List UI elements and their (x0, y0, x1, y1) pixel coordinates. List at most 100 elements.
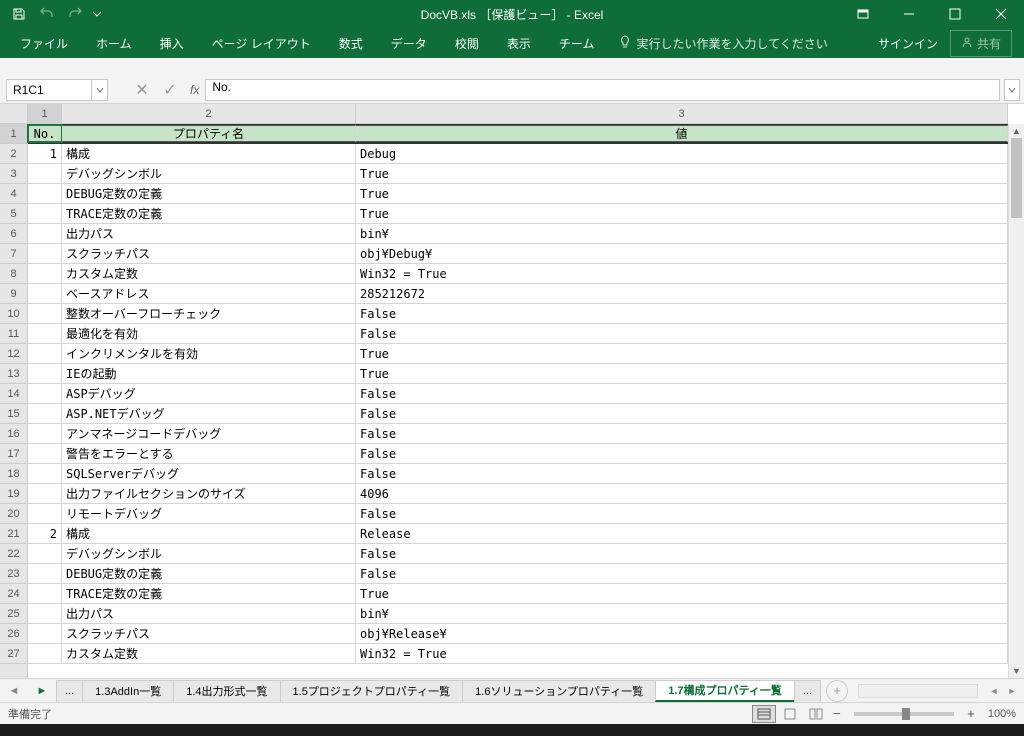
row-header[interactable]: 17 (0, 444, 27, 464)
cell-no[interactable] (28, 364, 62, 383)
cell-val[interactable]: False (356, 424, 1008, 443)
cell-prop[interactable]: ASPデバッグ (62, 384, 356, 403)
cell-val[interactable]: Win32 = True (356, 264, 1008, 283)
zoom-level[interactable]: 100% (988, 708, 1016, 720)
cell-no[interactable] (28, 304, 62, 323)
view-normal-button[interactable] (752, 705, 776, 723)
cell-no[interactable] (28, 544, 62, 563)
row-header[interactable]: 25 (0, 604, 27, 624)
cell-val[interactable]: True (356, 184, 1008, 203)
cell-no[interactable] (28, 204, 62, 223)
sheet-tab[interactable]: 1.6ソリューションプロパティ一覧 (462, 680, 656, 702)
sheet-tab-more-right[interactable]: ... (794, 680, 821, 702)
ribbon-tab-formulas[interactable]: 数式 (325, 28, 377, 58)
cell-prop[interactable]: 警告をエラーとする (62, 444, 356, 463)
cell-val[interactable]: 4096 (356, 484, 1008, 503)
cell-val[interactable]: True (356, 344, 1008, 363)
row-header[interactable]: 24 (0, 584, 27, 604)
cell-prop[interactable]: スクラッチパス (62, 244, 356, 263)
col-header-1[interactable]: 1 (28, 104, 62, 123)
row-header[interactable]: 27 (0, 644, 27, 664)
ribbon-display-button[interactable] (840, 0, 886, 28)
row-header[interactable]: 22 (0, 544, 27, 564)
cell-val[interactable]: False (356, 544, 1008, 563)
cell-prop[interactable]: インクリメンタルを有効 (62, 344, 356, 363)
sheet-tab[interactable]: 1.3AddIn一覧 (82, 680, 174, 702)
redo-button[interactable] (62, 2, 88, 26)
row-header[interactable]: 8 (0, 264, 27, 284)
ribbon-tab-pagelayout[interactable]: ページ レイアウト (198, 28, 325, 58)
maximize-button[interactable] (932, 0, 978, 28)
signin-link[interactable]: サインイン (866, 35, 950, 52)
cell-val[interactable]: True (356, 204, 1008, 223)
fx-icon[interactable]: fx (184, 83, 205, 97)
cell-no[interactable] (28, 444, 62, 463)
cell-val[interactable]: False (356, 324, 1008, 343)
cell-val[interactable]: bin¥ (356, 604, 1008, 623)
cell-val[interactable]: True (356, 584, 1008, 603)
ribbon-tab-view[interactable]: 表示 (493, 28, 545, 58)
cell-no[interactable] (28, 484, 62, 503)
qat-customize-button[interactable] (90, 2, 104, 26)
cell-val[interactable]: 285212672 (356, 284, 1008, 303)
cell-no[interactable]: 2 (28, 524, 62, 543)
ribbon-tab-data[interactable]: データ (377, 28, 441, 58)
cell-no[interactable] (28, 604, 62, 623)
cell-no[interactable] (28, 224, 62, 243)
cell-no[interactable]: 1 (28, 144, 62, 163)
formula-input[interactable]: No. (205, 79, 1000, 101)
cell-no[interactable] (28, 464, 62, 483)
new-sheet-button[interactable]: + (826, 680, 848, 702)
cells-area[interactable]: No. プロパティ名 値 1構成DebugデバッグシンボルTrueDEBUG定数… (28, 124, 1008, 678)
header-cell-no[interactable]: No. (28, 125, 62, 142)
cell-prop[interactable]: カスタム定数 (62, 644, 356, 663)
tell-me-search[interactable]: 実行したい作業を入力してください (608, 35, 837, 52)
cell-val[interactable]: bin¥ (356, 224, 1008, 243)
row-header[interactable]: 18 (0, 464, 27, 484)
col-header-3[interactable]: 3 (356, 104, 1008, 123)
cell-no[interactable] (28, 624, 62, 643)
cell-val[interactable]: True (356, 364, 1008, 383)
cell-no[interactable] (28, 244, 62, 263)
cell-no[interactable] (28, 644, 62, 663)
close-button[interactable] (978, 0, 1024, 28)
cell-prop[interactable]: 構成 (62, 144, 356, 163)
row-header[interactable]: 19 (0, 484, 27, 504)
cell-prop[interactable]: TRACE定数の定義 (62, 204, 356, 223)
cell-prop[interactable]: 最適化を有効 (62, 324, 356, 343)
cell-no[interactable] (28, 284, 62, 303)
row-header[interactable]: 1 (0, 124, 27, 144)
ribbon-tab-team[interactable]: チーム (545, 28, 609, 58)
cell-prop[interactable]: ASP.NETデバッグ (62, 404, 356, 423)
cell-val[interactable]: False (356, 504, 1008, 523)
cell-val[interactable]: obj¥Debug¥ (356, 244, 1008, 263)
cell-prop[interactable]: DEBUG定数の定義 (62, 564, 356, 583)
cell-val[interactable]: False (356, 304, 1008, 323)
row-header[interactable]: 12 (0, 344, 27, 364)
cell-prop[interactable]: リモートデバッグ (62, 504, 356, 523)
sheet-tab[interactable]: 1.7構成プロパティ一覧 (655, 680, 795, 702)
cell-no[interactable] (28, 184, 62, 203)
cell-prop[interactable]: ベースアドレス (62, 284, 356, 303)
col-header-2[interactable]: 2 (62, 104, 356, 123)
cancel-formula-button[interactable]: ✕ (128, 79, 156, 101)
sheet-tab[interactable]: 1.4出力形式一覧 (173, 680, 280, 702)
cell-no[interactable] (28, 424, 62, 443)
cell-prop[interactable]: TRACE定数の定義 (62, 584, 356, 603)
row-header[interactable]: 14 (0, 384, 27, 404)
cell-prop[interactable]: カスタム定数 (62, 264, 356, 283)
zoom-slider[interactable] (854, 712, 954, 716)
cell-prop[interactable]: IEの起動 (62, 364, 356, 383)
row-header[interactable]: 15 (0, 404, 27, 424)
cell-no[interactable] (28, 264, 62, 283)
cell-prop[interactable]: 整数オーバーフローチェック (62, 304, 356, 323)
cell-prop[interactable]: 出力パス (62, 604, 356, 623)
cell-no[interactable] (28, 324, 62, 343)
cell-no[interactable] (28, 504, 62, 523)
row-header[interactable]: 16 (0, 424, 27, 444)
select-all-corner[interactable] (0, 104, 28, 124)
undo-button[interactable] (34, 2, 60, 26)
row-header[interactable]: 26 (0, 624, 27, 644)
cell-val[interactable]: Release (356, 524, 1008, 543)
name-box-dropdown[interactable] (92, 79, 108, 101)
